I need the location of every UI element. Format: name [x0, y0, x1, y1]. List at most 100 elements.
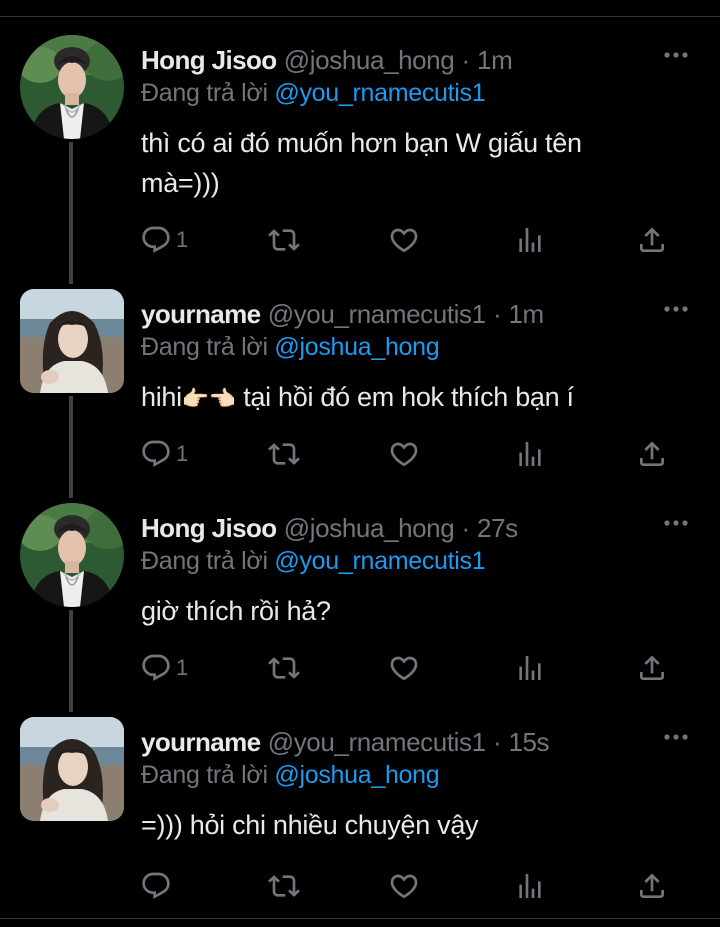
reply-button[interactable]: 1	[140, 220, 188, 260]
user-handle[interactable]: @you_rnamecutis1	[268, 299, 486, 329]
timestamp[interactable]: 27s	[477, 513, 518, 543]
reply-count: 1	[176, 655, 189, 680]
tweet-header: yourname @you_rnamecutis1 · 15s	[141, 725, 550, 759]
more-icon[interactable]	[662, 727, 690, 747]
retweet-button[interactable]	[268, 866, 300, 906]
tweet[interactable]: Hong Jisoo @joshua_hong · 27s Đang trả l…	[0, 503, 720, 703]
display-name[interactable]: yourname	[141, 299, 261, 329]
tweet-text-line: thì có ai đó muốn hơn bạn W giấu tên	[141, 128, 582, 158]
tweet-text: thì có ai đó muốn hơn bạn W giấu tên mà=…	[141, 123, 661, 203]
retweet-icon	[268, 870, 300, 902]
replying-to: Đang trả lời @you_rnamecutis1	[141, 545, 486, 577]
views-button[interactable]	[514, 220, 546, 260]
share-icon	[636, 652, 668, 684]
tweet-actions	[140, 866, 700, 906]
retweet-icon	[268, 438, 300, 470]
retweet-icon	[268, 652, 300, 684]
tweet[interactable]: Hong Jisoo @joshua_hong · 1m Đang trả lờ…	[0, 35, 720, 275]
analytics-icon	[514, 652, 546, 684]
separator-dot: ·	[492, 299, 502, 329]
views-button[interactable]	[514, 434, 546, 474]
avatar[interactable]	[20, 717, 124, 821]
tweet-text: =))) hỏi chi nhiều chuyện vậy	[141, 805, 661, 845]
replying-to-label: Đang trả lời	[141, 79, 268, 107]
retweet-button[interactable]	[268, 648, 300, 688]
timestamp[interactable]: 15s	[508, 727, 549, 757]
share-icon	[636, 224, 668, 256]
replying-to: Đang trả lời @joshua_hong	[141, 331, 440, 363]
timestamp[interactable]: 1m	[477, 45, 513, 75]
like-button[interactable]	[388, 648, 420, 688]
views-button[interactable]	[514, 866, 546, 906]
views-button[interactable]	[514, 648, 546, 688]
user-handle[interactable]: @you_rnamecutis1	[268, 727, 486, 757]
like-button[interactable]	[388, 434, 420, 474]
tweet-text-part: tại hồi đó em hok thích bạn í	[236, 382, 574, 412]
display-name[interactable]: yourname	[141, 727, 261, 757]
avatar[interactable]	[20, 289, 124, 393]
tweet-text-line: hihi👉🏻👈🏻 tại hồi đó em hok thích bạn í	[141, 377, 661, 419]
reply-icon	[140, 870, 172, 902]
reply-count: 1	[176, 227, 189, 252]
timestamp[interactable]: 1m	[508, 299, 544, 329]
mention-link[interactable]: @you_rnamecutis1	[274, 79, 485, 107]
analytics-icon	[514, 224, 546, 256]
mention-link[interactable]: @joshua_hong	[274, 761, 439, 789]
tweet-header: yourname @you_rnamecutis1 · 1m	[141, 297, 544, 331]
user-handle[interactable]: @joshua_hong	[284, 45, 455, 75]
heart-icon	[388, 438, 420, 470]
reply-button[interactable]: 1	[140, 434, 188, 474]
tweet-actions: 1	[140, 220, 700, 260]
replying-to: Đang trả lời @joshua_hong	[141, 759, 440, 791]
share-button[interactable]	[636, 220, 668, 260]
reply-button[interactable]: 1	[140, 648, 188, 688]
tweet[interactable]: yourname @you_rnamecutis1 · 1m Đang trả …	[0, 289, 720, 489]
tweet[interactable]: yourname @you_rnamecutis1 · 15s Đang trả…	[0, 717, 720, 917]
tweet-header: Hong Jisoo @joshua_hong · 27s	[141, 511, 518, 545]
share-button[interactable]	[636, 866, 668, 906]
tweet-actions: 1	[140, 434, 700, 474]
share-button[interactable]	[636, 434, 668, 474]
reply-icon	[140, 224, 172, 256]
mention-link[interactable]: @you_rnamecutis1	[274, 547, 485, 575]
tweet-header: Hong Jisoo @joshua_hong · 1m	[141, 43, 513, 77]
display-name[interactable]: Hong Jisoo	[141, 45, 277, 75]
more-icon[interactable]	[662, 45, 690, 65]
separator-dot: ·	[461, 513, 471, 543]
replying-to-label: Đang trả lời	[141, 333, 268, 361]
heart-icon	[388, 652, 420, 684]
analytics-icon	[514, 870, 546, 902]
more-icon[interactable]	[662, 299, 690, 319]
tweet-text: hihi👉🏻👈🏻 tại hồi đó em hok thích bạn í	[141, 377, 661, 419]
separator-dot: ·	[492, 727, 502, 757]
more-icon[interactable]	[662, 513, 690, 533]
mention-link[interactable]: @joshua_hong	[274, 333, 439, 361]
pointing-hands-emoji: 👉🏻👈🏻	[181, 386, 237, 411]
avatar[interactable]	[20, 503, 124, 607]
share-button[interactable]	[636, 648, 668, 688]
tweet-actions: 1	[140, 648, 700, 688]
tweet-text-line: mà=)))	[141, 168, 220, 198]
retweet-button[interactable]	[268, 434, 300, 474]
reply-icon	[140, 652, 172, 684]
heart-icon	[388, 870, 420, 902]
like-button[interactable]	[388, 866, 420, 906]
share-icon	[636, 438, 668, 470]
reply-button[interactable]	[140, 866, 176, 906]
tweet-text-part: hihi	[141, 382, 182, 412]
display-name[interactable]: Hong Jisoo	[141, 513, 277, 543]
reply-count: 1	[176, 441, 189, 466]
like-button[interactable]	[388, 220, 420, 260]
retweet-button[interactable]	[268, 220, 300, 260]
reply-icon	[140, 438, 172, 470]
bottom-divider	[0, 918, 720, 919]
user-handle[interactable]: @joshua_hong	[284, 513, 455, 543]
retweet-icon	[268, 224, 300, 256]
tweet-text-line: giờ thích rồi hả?	[141, 596, 331, 626]
separator-dot: ·	[461, 45, 471, 75]
top-divider	[0, 16, 720, 17]
analytics-icon	[514, 438, 546, 470]
avatar[interactable]	[20, 35, 124, 139]
replying-to-label: Đang trả lời	[141, 547, 268, 575]
replying-to: Đang trả lời @you_rnamecutis1	[141, 77, 486, 109]
